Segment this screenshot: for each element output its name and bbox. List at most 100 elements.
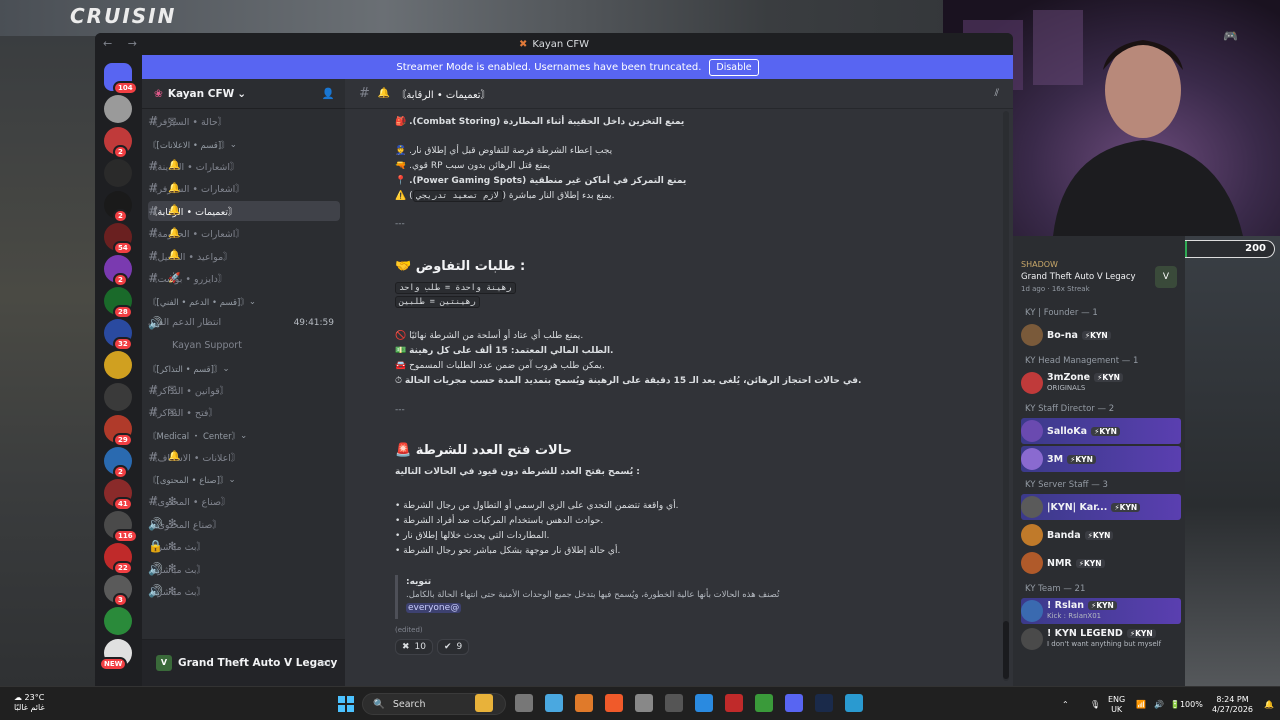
server-icon[interactable] [104, 383, 132, 411]
start-button[interactable] [338, 696, 354, 712]
member-row[interactable]: 3M ⚡KYN [1021, 446, 1181, 472]
member-row[interactable]: 3mZone ⚡KYN ORIGINALS [1021, 370, 1181, 396]
file-explorer-icon[interactable] [475, 694, 493, 712]
inline-code: لازم تصعيد تدريجي [412, 190, 503, 202]
channel-item[interactable]: Kayan Support [148, 335, 340, 355]
weather-widget[interactable]: ☁ 23°C غائم غالبًا [14, 693, 45, 713]
show-hidden-icons[interactable]: ⌃ [1062, 700, 1069, 710]
channel-item[interactable]: # ✉ 〘فتح • التذاكر〙 [148, 402, 340, 422]
channel-emoji-icon: 🚀 [168, 272, 181, 284]
chat-scrollbar[interactable] [1003, 111, 1009, 681]
rule-text: يمنع قتل الرهائن بدون سبب RP قوي. [409, 161, 551, 171]
chat-channel-name: 〘تعميمات • الرقابة〙 [396, 90, 491, 101]
network-icon[interactable]: 📶 [1136, 700, 1146, 710]
server-badge: 28 [113, 305, 133, 319]
channel-item[interactable]: # 🔔 〘تعميمات • الرقابة〙 [148, 200, 340, 221]
reaction-button[interactable]: ✖ 10 [395, 639, 433, 655]
steam-icon[interactable] [815, 694, 833, 712]
member-name: Banda [1047, 529, 1081, 541]
rule-text: يمنع التخزين داخل الحقيبة أثناء المطاردة… [409, 117, 685, 127]
channel-label: 〘اشعارات • الحكومة〙 [148, 229, 245, 240]
member-row[interactable]: Banda ⚡KYN [1021, 522, 1181, 548]
server-header[interactable]: ❀ Kayan CFW ⌄ 👤 [142, 79, 345, 109]
member-group-header: KY | Founder — 1 [1025, 308, 1098, 318]
chrome-icon[interactable] [755, 694, 773, 712]
disable-streamer-mode-button[interactable]: Disable [709, 58, 759, 76]
threads-icon[interactable]: ⫽ [995, 88, 999, 99]
channel-item[interactable]: 🔊 ❇ 〘بث مباشر〙 [148, 559, 340, 579]
server-icon[interactable] [104, 159, 132, 187]
server-icon[interactable] [104, 95, 132, 123]
member-row[interactable]: ! KYN LEGEND ⚡KYN I don't want anything bu… [1021, 626, 1181, 652]
reaction-emoji-icon: ✖ [402, 642, 410, 652]
reaction-button[interactable]: ✔ 9 [437, 639, 470, 655]
channel-category[interactable]: 〘[صناع • المحتوى]〙 ⌄ [148, 473, 340, 487]
gun-icon: 🔫 [395, 161, 407, 171]
channel-item[interactable]: # ✉ 〘قوانين • التذاكر〙 [148, 380, 340, 400]
channel-category[interactable]: 〘[قسم • الاعلانات]〙 ⌄ [148, 138, 340, 152]
channel-item[interactable]: # ✉ 〘حالة • السيرفر〙 [148, 111, 340, 131]
task-view-icon[interactable] [515, 694, 533, 712]
rule-line: 🎒 يمنع التخزين داخل الحقيبة أثناء المطار… [395, 117, 955, 127]
add-member-icon[interactable]: 👤 [322, 87, 335, 100]
channel-item[interactable]: # 🔔 〘اعلانات • الاسعاف〙 [148, 447, 340, 467]
channel-item[interactable]: # 🚀 〘دايزرو • بوست〙 [148, 268, 340, 288]
hash-icon: # [148, 405, 159, 419]
start-icon [338, 696, 345, 703]
channel-item[interactable]: # 🔔 〘اشعارات • الحكومة〙 [148, 223, 340, 243]
language-indicator[interactable]: ENG UK [1108, 695, 1125, 715]
server-icon[interactable] [104, 607, 132, 635]
settings-icon[interactable] [635, 694, 653, 712]
vscode-icon[interactable] [695, 694, 713, 712]
section-heading: 🤝 طلبات التفاوض : [395, 259, 955, 274]
channel-item[interactable]: 🔊 انتظار الدعم الفني 49:41:59 [148, 313, 340, 333]
channel-category[interactable]: 〘[قسم • التذاكر]〙 ⌄ [148, 362, 340, 376]
channel-item[interactable]: # ❇ 〘صناع • المحتوى〙 [148, 491, 340, 511]
server-icon[interactable] [104, 351, 132, 379]
channel-item[interactable]: # 🔔 〘اشعارات • السيرفر〙 [148, 178, 340, 198]
adobe-illustrator-icon[interactable] [575, 694, 593, 712]
clock-time: 8:24 PM [1216, 695, 1249, 704]
rule-line: 📍 يمنع التمركز في أماكن غير منطقية (Powe… [395, 176, 955, 186]
member-row[interactable]: Bo-na ⚡KYN [1021, 322, 1181, 348]
police-icon: 👮 [395, 146, 407, 156]
copilot-icon[interactable] [545, 694, 563, 712]
member-activity-card[interactable]: SHADOW Grand Theft Auto V Legacy 1d ago … [1021, 260, 1181, 294]
adobe-acrobat-icon[interactable] [725, 694, 743, 712]
battery-status[interactable]: 🔋100% [1170, 700, 1203, 710]
edge-icon[interactable] [845, 694, 863, 712]
activity-title: Grand Theft Auto V Legacy [178, 657, 338, 669]
channel-category[interactable]: 〘[قسم • الدعم • الفني]〙 ⌄ [148, 295, 340, 309]
server-badge: 22 [113, 561, 133, 575]
volume-icon[interactable]: 🔊 [1154, 700, 1164, 710]
member-row[interactable]: NMR ⚡KYN [1021, 550, 1181, 576]
member-row[interactable]: |KYN| Kar... ⚡KYN [1021, 494, 1181, 520]
clock[interactable]: 8:24 PM 4/27/2026 [1212, 695, 1253, 715]
scroll-thumb[interactable] [1003, 621, 1009, 679]
member-row[interactable]: ! Rslan ⚡KYN Kick : RslanX01 [1021, 598, 1181, 624]
member-name: |KYN| Kar... [1047, 501, 1108, 513]
rule-line: 🚘 يمكن طلب هروب آمن ضمن عدد الطلبات المس… [395, 361, 955, 371]
member-row[interactable]: SalloKa ⚡KYN [1021, 418, 1181, 444]
block-quote: تنويه: تُصنف هذه الحالات بأنها عالية الخ… [395, 575, 779, 619]
channel-item[interactable]: # 🔔 〘مواعيد • التفعيل〙 [148, 246, 340, 266]
reaction-emoji-icon: ✔ [444, 642, 452, 652]
screen-share-icon[interactable]: ▭ [321, 657, 331, 669]
channel-item[interactable]: # 🔔 〘اشعارات • المدينة〙 [148, 156, 340, 176]
channel-item[interactable]: 🔊 ❇ 〘صناع المحتوى〙 [148, 514, 340, 534]
category-label: 〘[قسم • التذاكر]〙 [148, 364, 223, 375]
app-icon[interactable] [665, 694, 683, 712]
member-group-header: KY Server Staff — 3 [1025, 480, 1108, 490]
channel-item[interactable]: 🔒 ❇ 〘بث مباشر〙 [148, 536, 340, 556]
nav-arrows[interactable]: ← → [103, 37, 143, 50]
voice-timer: 49:41:59 [293, 317, 334, 328]
channel-item[interactable]: 🔊 ❇ 〘بث مباشر〙 [148, 581, 340, 601]
notification-icon[interactable]: 🔔 [1264, 700, 1274, 710]
microphone-icon[interactable]: 🎙 [1090, 700, 1100, 710]
rule-line: 🔫 يمنع قتل الرهائن بدون سبب RP قوي. [395, 161, 955, 171]
discord-icon[interactable] [785, 694, 803, 712]
channel-category[interactable]: 〘Medical ・ Center〙 ⌄ [148, 429, 340, 443]
category-label: 〘[صناع • المحتوى]〙 [148, 476, 229, 486]
everyone-mention[interactable]: @everyone [406, 603, 462, 613]
brave-icon[interactable] [605, 694, 623, 712]
